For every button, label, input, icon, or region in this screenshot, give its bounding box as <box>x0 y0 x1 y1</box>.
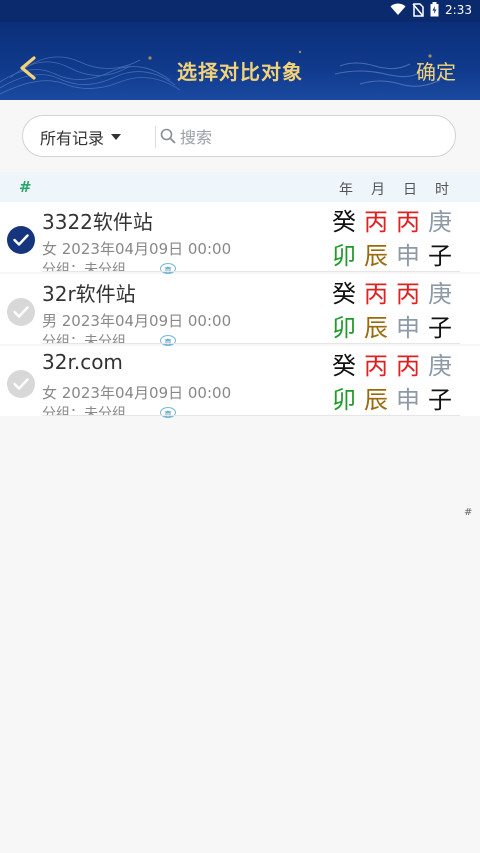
row-divider <box>42 271 460 272</box>
bazi-pillars: 癸 丙 丙 庚 卯 辰 申 子 <box>328 350 468 418</box>
column-hash: # <box>19 178 32 196</box>
no-sim-icon <box>412 2 424 17</box>
stem-month: 丙 <box>364 280 388 308</box>
stem-year: 癸 <box>332 352 356 380</box>
status-bar: 2:33 <box>0 0 480 22</box>
caret-down-icon <box>111 134 122 140</box>
list-item[interactable]: 3322软件站 女 2023年04月09日 00:00 分组：未分组 真 癸 丙… <box>0 202 480 274</box>
select-checkbox[interactable] <box>7 298 35 326</box>
confirm-button[interactable]: 确定 <box>416 56 456 85</box>
stem-month: 丙 <box>364 208 388 236</box>
page-title: 选择对比对象 <box>177 60 303 84</box>
earthly-branches: 卯 辰 申 子 <box>328 384 468 418</box>
search-input[interactable] <box>178 123 442 151</box>
column-month: 月 <box>371 182 385 198</box>
stem-day: 丙 <box>396 208 420 236</box>
status-icons: 2:33 <box>390 2 472 17</box>
heavenly-stems: 癸 丙 丙 庚 <box>328 350 468 384</box>
column-header: # 年 月 日 时 <box>0 172 480 202</box>
stem-day: 丙 <box>396 280 420 308</box>
branch-hour: 子 <box>428 386 452 414</box>
record-name: 3322软件站 <box>42 210 153 234</box>
branch-month: 辰 <box>364 314 388 342</box>
record-name: 32r.com <box>42 350 123 374</box>
stem-year: 癸 <box>332 208 356 236</box>
search-divider <box>155 126 156 148</box>
check-icon <box>13 306 29 318</box>
branch-day: 申 <box>396 386 420 414</box>
filter-label: 所有记录 <box>40 129 105 148</box>
header: 选择对比对象 确定 <box>0 22 480 100</box>
true-solar-badge: 真 <box>160 407 176 418</box>
record-filter-dropdown[interactable]: 所有记录 <box>40 125 122 149</box>
pillar-column-labels: 年 月 日 时 <box>330 179 470 199</box>
record-meta: 男 2023年04月09日 00:00 <box>42 312 232 330</box>
branch-hour: 子 <box>428 314 452 342</box>
check-icon <box>13 378 29 390</box>
bazi-pillars: 癸 丙 丙 庚 卯 辰 申 子 <box>328 206 468 274</box>
stem-year: 癸 <box>332 280 356 308</box>
stem-month: 丙 <box>364 352 388 380</box>
list-item[interactable]: 32r软件站 男 2023年04月09日 00:00 分组：未分组 真 癸 丙 … <box>0 274 480 346</box>
branch-day: 申 <box>396 242 420 270</box>
true-solar-badge: 真 <box>160 263 176 274</box>
select-checkbox[interactable] <box>7 370 35 398</box>
column-day: 日 <box>403 182 417 198</box>
select-checkbox[interactable] <box>7 226 35 254</box>
record-meta: 女 2023年04月09日 00:00 <box>42 240 232 258</box>
earthly-branches: 卯 辰 申 子 <box>328 312 468 346</box>
branch-month: 辰 <box>364 386 388 414</box>
search-icon <box>160 128 176 144</box>
earthly-branches: 卯 辰 申 子 <box>328 240 468 274</box>
heavenly-stems: 癸 丙 丙 庚 <box>328 206 468 240</box>
list-item[interactable]: 32r.com 女 2023年04月09日 00:00 分组：未分组 真 癸 丙… <box>0 346 480 418</box>
record-meta: 女 2023年04月09日 00:00 <box>42 384 232 402</box>
stem-hour: 庚 <box>428 208 452 236</box>
battery-icon <box>430 2 439 17</box>
branch-day: 申 <box>396 314 420 342</box>
stem-hour: 庚 <box>428 280 452 308</box>
true-solar-badge: 真 <box>160 335 176 346</box>
column-hour: 时 <box>435 182 449 198</box>
row-divider <box>42 415 460 416</box>
search-bar: 所有记录 <box>22 115 456 157</box>
branch-hour: 子 <box>428 242 452 270</box>
stem-day: 丙 <box>396 352 420 380</box>
status-time: 2:33 <box>445 2 472 17</box>
column-year: 年 <box>339 182 353 198</box>
index-bar-hash[interactable]: # <box>464 507 472 518</box>
branch-year: 卯 <box>332 386 356 414</box>
branch-year: 卯 <box>332 242 356 270</box>
heavenly-stems: 癸 丙 丙 庚 <box>328 278 468 312</box>
wifi-icon <box>390 3 406 15</box>
branch-year: 卯 <box>332 314 356 342</box>
row-divider <box>42 343 460 344</box>
bazi-pillars: 癸 丙 丙 庚 卯 辰 申 子 <box>328 278 468 346</box>
stem-hour: 庚 <box>428 352 452 380</box>
branch-month: 辰 <box>364 242 388 270</box>
check-icon <box>13 234 29 246</box>
record-name: 32r软件站 <box>42 282 136 306</box>
